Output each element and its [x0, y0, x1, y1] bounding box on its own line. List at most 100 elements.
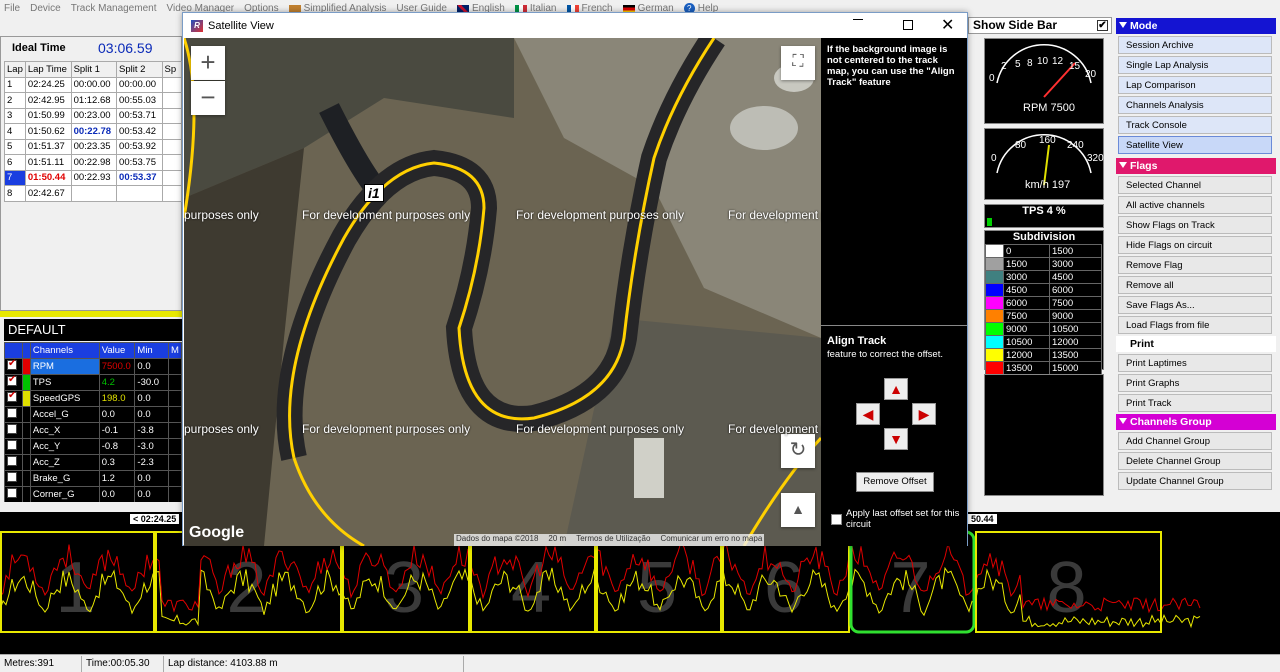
arrow-down-icon[interactable]: ▼ [884, 428, 908, 450]
mode-session-archive[interactable]: Session Archive [1118, 36, 1272, 54]
split-3 [161, 154, 182, 171]
speed-gauge: 0 80 160 240 320 km/h 197 [984, 128, 1104, 200]
mode-track-console[interactable]: Track Console [1118, 116, 1272, 134]
arrow-left-icon[interactable]: ◀ [856, 403, 880, 425]
split-3 [161, 92, 182, 109]
channel-row[interactable]: Accel_G 0.0 0.0 [4, 406, 182, 423]
channels-group-header[interactable]: Channels Group [1116, 414, 1276, 430]
print-graphs[interactable]: Print Graphs [1118, 374, 1272, 392]
channel-checkbox[interactable] [7, 424, 17, 434]
table-row[interactable]: 6 01:51.11 00:22.98 00:53.75 [4, 154, 182, 171]
subdivision-color [985, 309, 1004, 323]
mode-single-lap-analysis[interactable]: Single Lap Analysis [1118, 56, 1272, 74]
print-section: Print Print Laptimes Print Graphs Print … [1116, 336, 1276, 414]
table-row[interactable]: 4 01:50.62 00:22.78 00:53.42 [4, 123, 182, 140]
rpm-tick: 5 [1015, 59, 1021, 70]
menu-device[interactable]: Device [30, 3, 61, 14]
flags-remove-all[interactable]: Remove all [1118, 276, 1272, 294]
print-laptimes[interactable]: Print Laptimes [1118, 354, 1272, 372]
channel-checkbox[interactable] [7, 440, 17, 450]
flags-save-as[interactable]: Save Flags As... [1118, 296, 1272, 314]
mode-lap-comparison[interactable]: Lap Comparison [1118, 76, 1272, 94]
channel-row[interactable]: Brake_G 1.2 0.0 [4, 470, 182, 487]
flags-selected-channel[interactable]: Selected Channel [1118, 176, 1272, 194]
arrow-right-icon[interactable]: ▶ [912, 403, 936, 425]
flags-header[interactable]: Flags [1116, 158, 1276, 174]
flags-all-active-channels[interactable]: All active channels [1118, 196, 1272, 214]
flags-load-from-file[interactable]: Load Flags from file [1118, 316, 1272, 334]
col-split-3[interactable]: Sp [161, 61, 182, 78]
col-split-2[interactable]: Split 2 [116, 61, 163, 78]
channel-color-swatch [22, 454, 31, 471]
remove-offset-button[interactable]: Remove Offset [856, 472, 934, 492]
flags-remove-flag[interactable]: Remove Flag [1118, 256, 1272, 274]
lap-number: 3 [4, 107, 26, 124]
channel-checkbox[interactable] [7, 408, 17, 418]
channel-max [168, 486, 182, 502]
rpm-tick: 10 [1037, 56, 1049, 67]
channel-row[interactable]: SpeedGPS198.00.0 [4, 390, 182, 407]
channel-checkbox[interactable] [7, 390, 17, 402]
flags-show-on-track[interactable]: Show Flags on Track [1118, 216, 1272, 234]
channel-row[interactable]: TPS4.2-30.0 [4, 374, 182, 391]
rpm-tick: 20 [1085, 69, 1097, 80]
rpm-tick: 8 [1027, 58, 1033, 69]
update-channel-group[interactable]: Update Channel Group [1118, 472, 1272, 490]
side-bar-checkbox[interactable]: ✔ [1097, 20, 1108, 31]
table-row-selected[interactable]: 7 01:50.44 00:22.93 00:53.37 [4, 169, 182, 186]
col-split-1[interactable]: Split 1 [70, 61, 118, 78]
print-track[interactable]: Print Track [1118, 394, 1272, 412]
channel-checkbox[interactable] [7, 472, 17, 482]
mode-channels-analysis[interactable]: Channels Analysis [1118, 96, 1272, 114]
mode-header[interactable]: Mode [1116, 18, 1276, 34]
col-lap-time[interactable]: Lap Time [24, 61, 72, 78]
mode-satellite-view[interactable]: Satellite View [1118, 136, 1272, 154]
arrow-up-icon[interactable]: ▲ [884, 378, 908, 400]
table-row[interactable]: 5 01:51.37 00:23.35 00:53.92 [4, 138, 182, 155]
window-titlebar[interactable]: R Satellite View ✕ [183, 13, 967, 38]
pegman-button[interactable]: ▲ [781, 493, 815, 527]
table-row[interactable]: 3 01:50.99 00:23.00 00:53.71 [4, 107, 182, 124]
satellite-map[interactable]: + − ⛶ ↻ ▲ i1 purposes only For developme… [184, 38, 821, 546]
apply-last-offset-checkbox[interactable] [831, 514, 842, 525]
zoom-out-button[interactable]: − [191, 81, 225, 115]
maximize-icon[interactable] [903, 20, 913, 30]
show-side-bar-toggle[interactable]: Show Side Bar ✔ [968, 17, 1112, 34]
subdivision-from: 6000 [1003, 296, 1050, 310]
channel-checkbox[interactable] [7, 456, 17, 466]
minimize-icon[interactable] [853, 19, 863, 20]
channel-row[interactable]: Acc_Y -0.8 -3.0 [4, 438, 182, 455]
lap-marker[interactable]: i1 [364, 184, 384, 202]
channel-row[interactable]: Acc_X -0.1 -3.8 [4, 422, 182, 439]
channels-group-section: Channels Group Add Channel Group Delete … [1116, 414, 1276, 492]
channel-checkbox[interactable] [7, 374, 17, 386]
col-max[interactable]: M [168, 342, 182, 359]
fullscreen-button[interactable]: ⛶ [781, 46, 815, 80]
channel-row[interactable]: Acc_Z 0.3 -2.3 [4, 454, 182, 471]
menu-track-management[interactable]: Track Management [71, 3, 157, 14]
close-icon[interactable]: ✕ [941, 15, 954, 35]
split-3 [161, 138, 182, 155]
col-channels[interactable]: Channels [29, 342, 100, 359]
print-header[interactable]: Print [1116, 336, 1276, 352]
col-lap[interactable]: Lap [4, 61, 26, 78]
col-min[interactable]: Min [134, 342, 170, 359]
menu-file[interactable]: File [4, 3, 20, 14]
add-channel-group[interactable]: Add Channel Group [1118, 432, 1272, 450]
terms-link[interactable]: Termos de Utilização [576, 534, 650, 546]
col-value[interactable]: Value [98, 342, 136, 359]
channel-checkbox[interactable] [7, 358, 17, 370]
channel-checkbox[interactable] [7, 488, 17, 498]
table-row[interactable]: 8 02:42.67 [4, 185, 182, 202]
split-2: 00:53.37 [116, 169, 163, 186]
table-row[interactable]: 1 02:24.25 00:00.00 00:00.00 [4, 76, 182, 93]
rotate-button[interactable]: ↻ [781, 434, 815, 468]
channel-row[interactable]: Corner_G 0.0 0.0 [4, 486, 182, 502]
delete-channel-group[interactable]: Delete Channel Group [1118, 452, 1272, 470]
satellite-view-window[interactable]: R Satellite View ✕ + − ⛶ ↻ ▲ i1 purposes… [182, 12, 968, 546]
report-error-link[interactable]: Comunicar um erro no mapa [660, 534, 762, 546]
channel-row[interactable]: RPM7500.00.0 [4, 358, 182, 375]
zoom-in-button[interactable]: + [191, 46, 225, 80]
flags-hide-on-circuit[interactable]: Hide Flags on circuit [1118, 236, 1272, 254]
table-row[interactable]: 2 02:42.95 01:12.68 00:55.03 [4, 92, 182, 109]
